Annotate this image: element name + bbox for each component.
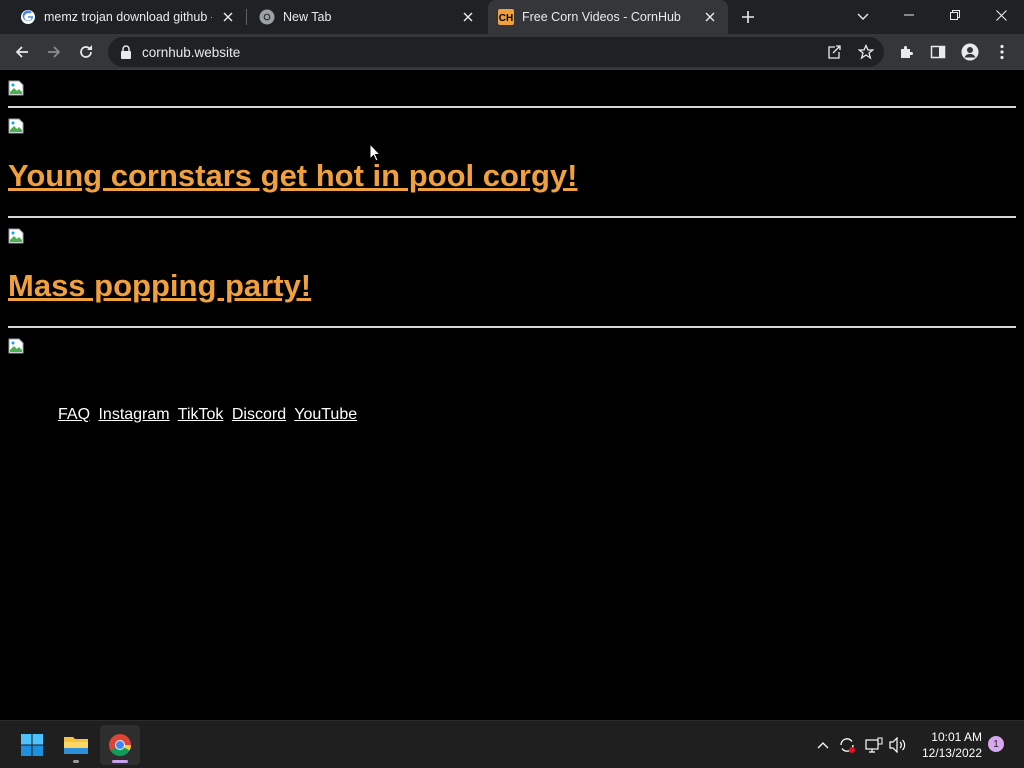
side-panel-icon[interactable]	[924, 38, 952, 66]
footer-links: FAQ Instagram TikTok Discord YouTube	[58, 406, 361, 424]
svg-text:CH: CH	[499, 13, 513, 24]
browser-toolbar: cornhub.website	[0, 34, 1024, 70]
tab-separator	[246, 9, 247, 25]
faq-link[interactable]: FAQ	[58, 406, 90, 423]
speaker-icon[interactable]	[889, 735, 909, 755]
divider	[8, 326, 1016, 328]
notification-badge[interactable]: 1	[988, 736, 1004, 752]
reload-button[interactable]	[72, 38, 100, 66]
cornhub-icon: CH	[498, 9, 514, 25]
divider	[8, 106, 1016, 108]
broken-image-icon	[8, 338, 24, 354]
tab-title: Free Corn Videos - CornHub	[522, 10, 681, 24]
address-bar[interactable]: cornhub.website	[108, 37, 884, 67]
divider	[8, 216, 1016, 218]
back-button[interactable]	[8, 38, 36, 66]
menu-kebab-icon[interactable]	[988, 38, 1016, 66]
running-indicator	[73, 760, 79, 763]
close-icon[interactable]	[702, 9, 718, 25]
windows-start-icon[interactable]	[12, 725, 52, 765]
clock[interactable]: 10:01 AM 12/13/2022	[918, 729, 982, 761]
google-icon	[20, 9, 36, 25]
clock-date: 12/13/2022	[921, 746, 982, 760]
profile-icon[interactable]	[956, 38, 984, 66]
chrome-taskbar-icon[interactable]	[100, 725, 140, 765]
sync-icon[interactable]	[837, 735, 857, 755]
lock-icon[interactable]	[118, 44, 134, 60]
tab-new-tab[interactable]: New Tab	[248, 0, 486, 34]
tab-strip: memz trojan download github - G New Tab	[0, 0, 1024, 34]
file-explorer-icon[interactable]	[56, 725, 96, 765]
active-indicator	[112, 760, 128, 763]
chevron-up-icon[interactable]	[813, 735, 833, 755]
close-icon[interactable]	[220, 9, 236, 25]
broken-image-icon	[8, 80, 24, 96]
instagram-link[interactable]: Instagram	[98, 406, 169, 423]
tab-title: New Tab	[283, 10, 332, 24]
minimize-button[interactable]	[886, 0, 932, 30]
broken-image-icon	[8, 228, 24, 244]
new-tab-button[interactable]	[736, 5, 760, 29]
discord-link[interactable]: Discord	[232, 406, 286, 423]
tab-cornhub[interactable]: CH Free Corn Videos - CornHub	[488, 0, 728, 34]
network-icon[interactable]	[864, 735, 884, 755]
video-headline-link[interactable]: Young cornstars get hot in pool corgy!	[8, 158, 578, 194]
url-text[interactable]: cornhub.website	[142, 45, 240, 60]
restore-button[interactable]	[932, 0, 978, 30]
tab-title: memz trojan download github - G	[44, 10, 212, 24]
tab-search-button[interactable]	[851, 5, 875, 29]
mouse-cursor-icon	[369, 143, 381, 162]
share-icon[interactable]	[822, 40, 846, 64]
bookmark-star-icon[interactable]	[854, 40, 878, 64]
close-window-button[interactable]	[978, 0, 1024, 30]
clock-time: 10:01 AM	[931, 730, 982, 744]
broken-image-icon	[8, 118, 24, 134]
forward-button[interactable]	[40, 38, 68, 66]
extensions-icon[interactable]	[892, 38, 920, 66]
taskbar: 10:01 AM 12/13/2022	[0, 720, 1024, 768]
chrome-icon	[259, 9, 275, 25]
youtube-link[interactable]: YouTube	[294, 406, 357, 423]
page-content: Young cornstars get hot in pool corgy! M…	[0, 71, 1024, 720]
video-headline-link[interactable]: Mass popping party!	[8, 268, 311, 304]
tiktok-link[interactable]: TikTok	[178, 406, 224, 423]
browser-window: memz trojan download github - G New Tab	[0, 0, 1024, 720]
tab-google-search[interactable]: memz trojan download github - G	[0, 0, 246, 34]
close-icon[interactable]	[460, 9, 476, 25]
